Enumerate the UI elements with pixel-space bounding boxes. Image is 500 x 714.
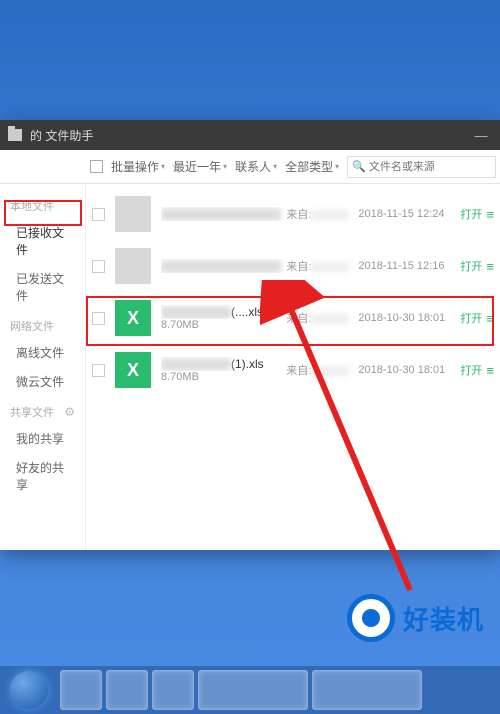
file-size: 8.70MB	[161, 319, 286, 331]
file-row[interactable]: 来自: 2018-11-15 12:24 打开 ≡	[86, 188, 500, 240]
taskbar-pin[interactable]	[106, 670, 148, 710]
row-menu-icon[interactable]: ≡	[486, 363, 494, 378]
folder-icon	[8, 129, 22, 141]
row-menu-icon[interactable]: ≡	[486, 311, 494, 326]
sidebar-item-offline[interactable]: 离线文件	[0, 338, 85, 367]
contact-filter[interactable]: 联系人 ▾	[235, 158, 277, 175]
time-filter[interactable]: 最近一年 ▾	[173, 158, 227, 175]
taskbar-pin[interactable]	[60, 670, 102, 710]
file-date: 2018-11-15 12:16	[358, 260, 456, 272]
sidebar-group-share: 共享文件 ⚙	[0, 396, 85, 424]
watermark-logo-icon	[347, 594, 395, 642]
caret-down-icon: ▾	[273, 162, 277, 171]
caret-down-icon: ▾	[335, 162, 339, 171]
file-list: 来自: 2018-11-15 12:24 打开 ≡ 来自: 2018-11-15…	[86, 184, 500, 550]
watermark: 好装机	[347, 594, 484, 642]
minimize-button[interactable]: —	[470, 128, 492, 143]
file-date: 2018-11-15 12:24	[358, 208, 456, 220]
sidebar-item-received[interactable]: 已接收文件	[0, 218, 85, 264]
sidebar-item-friendshare[interactable]: 好友的共享	[0, 453, 85, 499]
caret-down-icon: ▾	[223, 162, 227, 171]
row-checkbox[interactable]	[92, 260, 105, 273]
row-checkbox[interactable]	[92, 312, 105, 325]
row-checkbox[interactable]	[92, 208, 105, 221]
caret-down-icon: ▾	[161, 162, 165, 171]
window-title: 的 文件助手	[30, 127, 93, 144]
search-icon: 🔍	[352, 160, 366, 173]
file-size: 8.70MB	[161, 371, 286, 383]
xls-icon: X	[115, 352, 151, 388]
windows-orb-icon	[10, 671, 48, 709]
taskbar-window-button[interactable]	[312, 670, 422, 710]
file-helper-window: 的 文件助手 — 批量操作 ▾ 最近一年 ▾ 联系人 ▾ 全部类型 ▾ 🔍 本地…	[0, 120, 500, 550]
taskbar	[0, 666, 500, 714]
file-from: 来自:	[286, 362, 358, 378]
sidebar-item-myshare[interactable]: 我的共享	[0, 424, 85, 453]
titlebar: 的 文件助手 —	[0, 120, 500, 150]
file-from: 来自:	[286, 258, 358, 274]
file-row[interactable]: 来自: 2018-11-15 12:16 打开 ≡	[86, 240, 500, 292]
taskbar-pin[interactable]	[152, 670, 194, 710]
file-thumb	[115, 248, 151, 284]
file-from: 来自:	[286, 310, 358, 326]
start-button[interactable]	[0, 666, 58, 714]
file-name-redacted	[161, 208, 281, 221]
file-name: (....xls	[161, 305, 286, 319]
gear-icon[interactable]: ⚙	[64, 405, 75, 419]
sidebar-item-weiyun[interactable]: 微云文件	[0, 367, 85, 396]
file-thumb	[115, 196, 151, 232]
sidebar-item-sent[interactable]: 已发送文件	[0, 264, 85, 310]
file-row[interactable]: X (1).xls 8.70MB 来自: 2018-10-30 18:01 打开…	[86, 344, 500, 396]
type-filter[interactable]: 全部类型 ▾	[285, 158, 339, 175]
file-row[interactable]: X (....xls 8.70MB 来自: 2018-10-30 18:01 打…	[86, 292, 500, 344]
sidebar-group-local: 本地文件	[0, 190, 85, 218]
file-name-redacted	[161, 260, 281, 273]
row-menu-icon[interactable]: ≡	[486, 207, 494, 222]
sidebar-group-network: 网络文件	[0, 310, 85, 338]
toolbar: 批量操作 ▾ 最近一年 ▾ 联系人 ▾ 全部类型 ▾ 🔍	[0, 150, 500, 184]
open-button[interactable]: 打开	[460, 258, 482, 274]
taskbar-window-button[interactable]	[198, 670, 308, 710]
file-name: (1).xls	[161, 357, 286, 371]
row-checkbox[interactable]	[92, 364, 105, 377]
file-date: 2018-10-30 18:01	[358, 364, 456, 376]
sidebar: 本地文件 已接收文件 已发送文件 网络文件 离线文件 微云文件 共享文件 ⚙ 我…	[0, 184, 86, 550]
xls-icon: X	[115, 300, 151, 336]
search-input[interactable]	[369, 161, 491, 173]
watermark-text: 好装机	[403, 600, 484, 637]
batch-ops-button[interactable]: 批量操作 ▾	[111, 158, 165, 175]
row-menu-icon[interactable]: ≡	[486, 259, 494, 274]
select-all-checkbox[interactable]	[90, 160, 103, 173]
open-button[interactable]: 打开	[460, 362, 482, 378]
search-box[interactable]: 🔍	[347, 156, 496, 178]
open-button[interactable]: 打开	[460, 206, 482, 222]
file-from: 来自:	[286, 206, 358, 222]
open-button[interactable]: 打开	[460, 310, 482, 326]
file-date: 2018-10-30 18:01	[358, 312, 456, 324]
